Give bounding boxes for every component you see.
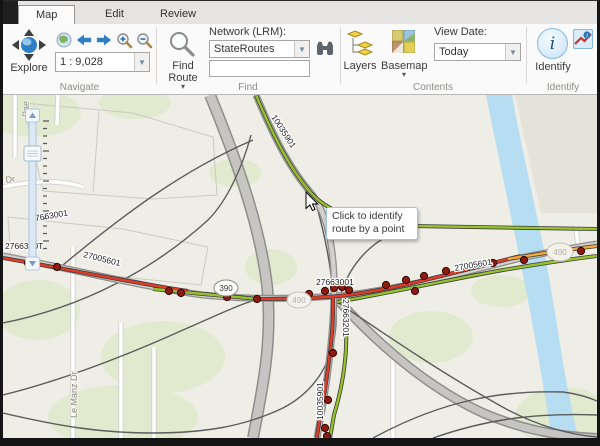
view-date-combobox[interactable]: Today ▼ [434, 43, 521, 61]
find-route-icon [168, 30, 196, 58]
chevron-down-icon[interactable]: ▼ [505, 44, 520, 60]
tab-review[interactable]: Review [143, 5, 213, 24]
group-separator [340, 27, 341, 84]
zoom-in-button[interactable] [115, 31, 133, 49]
route-label-27663001-center: 27663001 [316, 277, 354, 287]
route-value-input[interactable] [209, 60, 310, 77]
binoculars-icon [316, 41, 334, 57]
map-scale-value: 1 : 9,028 [56, 56, 134, 68]
ribbon-tabstrip: Map Edit Review [3, 0, 597, 24]
layers-button-label: Layers [339, 60, 381, 72]
map-canvas[interactable]: 390 490 490 27663001 2766310T 27005601 2… [3, 95, 597, 438]
layers-icon [347, 30, 373, 58]
identify-button-label: Identify [530, 61, 576, 73]
tab-review-label: Review [160, 8, 196, 20]
caret-down-icon: ▾ [381, 72, 427, 78]
view-date-value: Today [435, 46, 505, 58]
chevron-down-icon[interactable]: ▼ [294, 41, 309, 57]
identify-icon: i [550, 34, 555, 54]
full-extent-button[interactable] [55, 31, 73, 49]
shield-490-center-label: 490 [292, 296, 306, 305]
tooltip-line2: route by a point [332, 223, 412, 236]
explore-button[interactable] [9, 28, 49, 62]
group-caption-navigate: Navigate [3, 82, 156, 93]
find-route-label-line1: Find [158, 60, 208, 72]
back-arrow-icon [76, 33, 92, 47]
ribbon: Explore [3, 24, 597, 95]
group-separator [526, 27, 527, 84]
slider-tick-marks [43, 121, 49, 249]
basemap-button[interactable] [391, 29, 415, 53]
group-separator [156, 27, 157, 84]
zoom-out-button[interactable] [135, 31, 153, 49]
next-extent-button[interactable] [95, 31, 113, 49]
route-label-27663201: 27663201 [341, 299, 351, 337]
tooltip-line1: Click to identify [332, 210, 412, 223]
street-label-le-manz-dr: Le Manz Dr [69, 371, 79, 418]
globe-icon [56, 32, 72, 48]
zoom-out-icon [136, 32, 153, 49]
group-caption-find: Find [156, 82, 340, 93]
network-lrm-label: Network (LRM): [209, 26, 286, 38]
find-route-button[interactable] [167, 29, 197, 59]
shield-490-east-label: 490 [553, 248, 567, 257]
map-scale-combobox[interactable]: 1 : 9,028 ▼ [55, 52, 150, 72]
basemap-button-label: Basemap ▾ [381, 60, 427, 78]
window-corner [3, 1, 18, 25]
street-label-dr: Dr [5, 174, 16, 185]
explore-icon [12, 29, 46, 61]
previous-extent-button[interactable] [75, 31, 93, 49]
route-label-10035901-south: 10035901 [315, 382, 325, 420]
identify-route-tool-button[interactable]: i [573, 29, 593, 49]
view-date-label: View Date: [434, 26, 487, 38]
layers-button[interactable] [347, 30, 373, 58]
zoom-in-icon [116, 32, 133, 49]
map-viewport[interactable]: 390 490 490 27663001 2766310T 27005601 2… [3, 95, 597, 438]
route-label-27005601-west: 27005601 [83, 249, 122, 268]
tab-map[interactable]: Map [18, 5, 75, 24]
tab-edit-label: Edit [105, 8, 124, 20]
network-lrm-combobox[interactable]: StateRoutes ▼ [209, 40, 310, 58]
map-tooltip: Click to identify route by a point [326, 207, 418, 240]
shield-390-label: 390 [219, 284, 233, 293]
route-label-2766310T: 2766310T [5, 241, 43, 251]
identify-route-icon: i [574, 30, 592, 48]
app-window: Map Edit Review Explore [0, 0, 600, 446]
identify-button[interactable]: i [537, 28, 568, 59]
group-caption-identify: Identify [526, 82, 600, 93]
slider-track[interactable] [29, 117, 36, 263]
chevron-down-icon[interactable]: ▼ [134, 53, 149, 71]
tab-edit[interactable]: Edit [88, 5, 141, 24]
find-route-search-button[interactable] [315, 39, 335, 59]
group-caption-contents: Contents [340, 82, 526, 93]
forward-arrow-icon [96, 33, 112, 47]
network-lrm-value: StateRoutes [210, 43, 294, 55]
explore-button-label: Explore [5, 62, 53, 74]
basemap-icon [392, 30, 415, 53]
tab-map-label: Map [36, 9, 57, 21]
